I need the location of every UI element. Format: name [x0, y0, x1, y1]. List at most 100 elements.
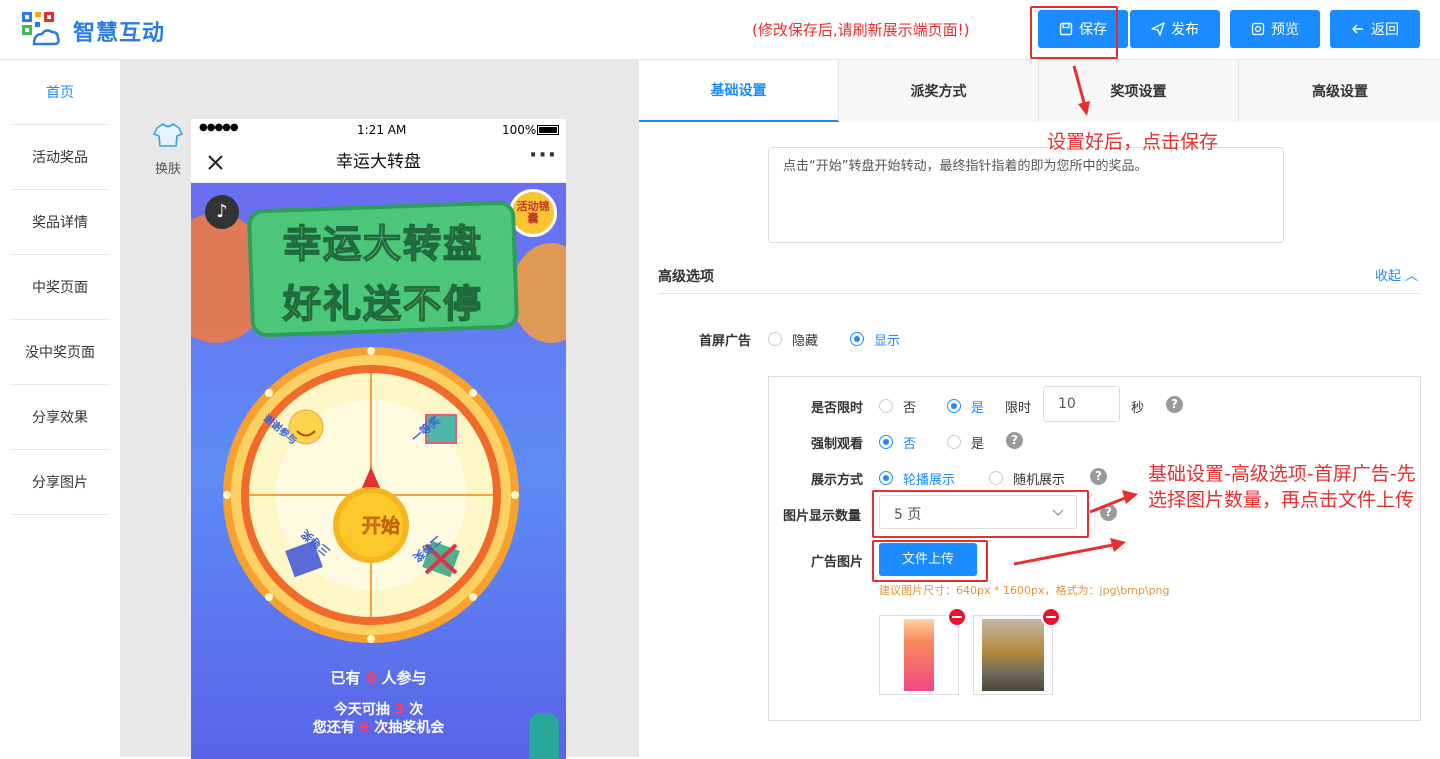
signal-indicator: ●●●●●	[199, 122, 239, 133]
remaining-number: 6	[359, 720, 370, 736]
rules-description-textarea[interactable]: 点击“开始”转盘开始转动，最终指针指着的即为您所中的奖品。	[768, 147, 1284, 243]
preview-button[interactable]: 预览	[1230, 10, 1320, 48]
force-watch-label: 强制观看	[811, 437, 864, 452]
today-suffix: 次	[409, 702, 424, 718]
today-draws: 今天可抽 3 次	[191, 699, 566, 719]
image-size-hint: 建议图片尺寸：640px * 1600px，格式为：jpg\bmp\png	[879, 584, 1170, 597]
preview-area: 换肤 ●●●●● 1:21 AM 100% 幸运大转盘 ··· ♪ 活动锦囊 幸…	[120, 60, 638, 759]
splash-ad-label: 首屏广告	[699, 334, 752, 349]
settings-panel: 基础设置 派奖方式 奖项设置 高级设置 点击“开始”转盘开始转动，最终指针指着的…	[638, 60, 1440, 757]
display-mode-label: 展示方式	[811, 473, 864, 488]
sidebar-item-activity-prizes[interactable]: 活动奖品	[10, 125, 110, 190]
participant-number: 0	[365, 669, 377, 687]
phone-nav-bar: 幸运大转盘 ···	[191, 141, 566, 183]
splash-ad-show-label: 显示	[874, 334, 901, 349]
tab-award-method[interactable]: 派奖方式	[839, 60, 1039, 122]
today-number: 3	[394, 702, 405, 718]
limit-seconds-label: 限时	[1005, 401, 1032, 416]
arrow-to-upload-icon	[1013, 538, 1126, 566]
ad-image-thumbnail-1[interactable]	[879, 615, 959, 695]
publish-button[interactable]: 发布	[1130, 10, 1220, 48]
tab-advanced-settings[interactable]: 高级设置	[1239, 60, 1440, 122]
top-bar: 智慧互动 (修改保存后,请刷新展示端页面!) 保存 发布 预览 返回	[0, 0, 1440, 60]
banner-title: 幸运大转盘	[282, 221, 483, 267]
participant-suffix: 人参与	[381, 669, 427, 687]
force-watch-yes-radio[interactable]	[947, 435, 961, 449]
participant-prefix: 已有	[330, 669, 361, 687]
music-icon[interactable]: ♪	[205, 195, 239, 229]
sidebar-item-home[interactable]: 首页	[10, 60, 110, 125]
ad-image-thumbnail-2[interactable]	[973, 615, 1053, 695]
time-limit-help-icon[interactable]: ?	[1166, 396, 1183, 413]
arrow-to-image-count-icon	[1089, 490, 1138, 514]
more-icon[interactable]: ···	[529, 143, 557, 168]
sidebar-item-share-effect[interactable]: 分享效果	[10, 385, 110, 450]
splash-ad-hide-radio[interactable]	[768, 332, 782, 346]
sidebar-item-no-win-page[interactable]: 没中奖页面	[10, 320, 110, 385]
settings-tabs: 基础设置 派奖方式 奖项设置 高级设置	[639, 60, 1440, 122]
back-label: 返回	[1371, 22, 1399, 38]
skin-button[interactable]: 换肤	[150, 122, 186, 177]
arrow-to-save-icon	[1072, 65, 1090, 116]
splash-ad-show-radio[interactable]	[850, 332, 864, 346]
time-limit-no-label: 否	[903, 401, 917, 416]
send-icon	[1151, 22, 1165, 36]
remaining-suffix: 次抽奖机会	[374, 720, 445, 736]
banner-subtitle: 好礼送不停	[282, 281, 483, 327]
prize-wheel	[223, 347, 519, 643]
time-limit-yes-radio[interactable]	[947, 399, 961, 413]
phone-title: 幸运大转盘	[336, 152, 421, 172]
display-mode-random-radio[interactable]	[989, 471, 1003, 485]
tshirt-icon	[153, 123, 183, 147]
back-button[interactable]: 返回	[1330, 10, 1420, 48]
time-limit-no-radio[interactable]	[879, 399, 893, 413]
start-button[interactable]: 开始	[341, 511, 421, 538]
brand-name: 智慧互动	[73, 21, 166, 46]
force-watch-yes-label: 是	[971, 437, 985, 452]
limit-seconds-input[interactable]: 10	[1043, 386, 1120, 422]
image-count-label: 图片显示数量	[783, 509, 862, 524]
time-limit-label: 是否限时	[811, 401, 864, 416]
time-limit-yes-label: 是	[971, 401, 985, 416]
seconds-unit: 秒	[1131, 401, 1145, 416]
status-time: 1:21 AM	[357, 123, 407, 137]
phone-status-bar: ●●●●● 1:21 AM 100%	[191, 119, 566, 141]
remove-image-1-icon[interactable]	[947, 607, 967, 627]
publish-label: 发布	[1171, 22, 1199, 38]
save-annotation: 设置好后，点击保存	[1047, 131, 1219, 153]
lottery-page: ♪ 活动锦囊 幸运大转盘 好礼送不停 谢谢参与 一等奖 三等奖 二等奖 开始 已…	[191, 183, 566, 759]
collapse-toggle[interactable]: 收起 ︿	[1375, 265, 1418, 284]
sidebar: 首页 活动奖品 奖品详情 中奖页面 没中奖页面 分享效果 分享图片	[0, 60, 120, 757]
sidebar-item-prize-details[interactable]: 奖品详情	[10, 190, 110, 255]
display-mode-carousel-radio[interactable]	[879, 471, 893, 485]
splash-ad-hide-label: 隐藏	[792, 334, 819, 349]
activity-tips-badge[interactable]: 活动锦囊	[509, 189, 557, 237]
remove-image-2-icon[interactable]	[1041, 607, 1061, 627]
ad-image-label: 广告图片	[811, 555, 864, 570]
sidebar-item-share-image[interactable]: 分享图片	[10, 450, 110, 515]
image-count-highlight-box	[872, 490, 1089, 538]
brand-logo	[22, 12, 60, 46]
preview-label: 预览	[1271, 22, 1299, 38]
display-mode-random-label: 随机展示	[1013, 473, 1066, 488]
refresh-notice: (修改保存后,请刷新展示端页面!)	[752, 21, 970, 39]
upload-highlight-box	[872, 540, 988, 582]
remaining-prefix: 您还有	[312, 720, 355, 736]
skin-label: 换肤	[154, 162, 181, 177]
participant-count: 已有 0 人参与	[191, 667, 566, 688]
remaining-draws: 您还有 6 次抽奖机会	[191, 717, 566, 737]
advanced-options-title: 高级选项	[658, 269, 714, 285]
save-highlight-box	[1030, 6, 1118, 59]
force-watch-no-label: 否	[903, 437, 917, 452]
display-mode-help-icon[interactable]: ?	[1090, 468, 1107, 485]
display-mode-carousel-label: 轮播展示	[903, 473, 956, 488]
force-watch-no-radio[interactable]	[879, 435, 893, 449]
phone-preview: ●●●●● 1:21 AM 100% 幸运大转盘 ··· ♪ 活动锦囊 幸运大转…	[191, 119, 566, 759]
arrow-left-icon	[1352, 24, 1363, 34]
section-divider	[658, 293, 1421, 294]
force-watch-help-icon[interactable]: ?	[1006, 432, 1023, 449]
today-prefix: 今天可抽	[333, 702, 390, 718]
sidebar-item-win-page[interactable]: 中奖页面	[10, 255, 110, 320]
decor-figure	[529, 713, 559, 759]
tab-basic-settings[interactable]: 基础设置	[639, 60, 839, 122]
